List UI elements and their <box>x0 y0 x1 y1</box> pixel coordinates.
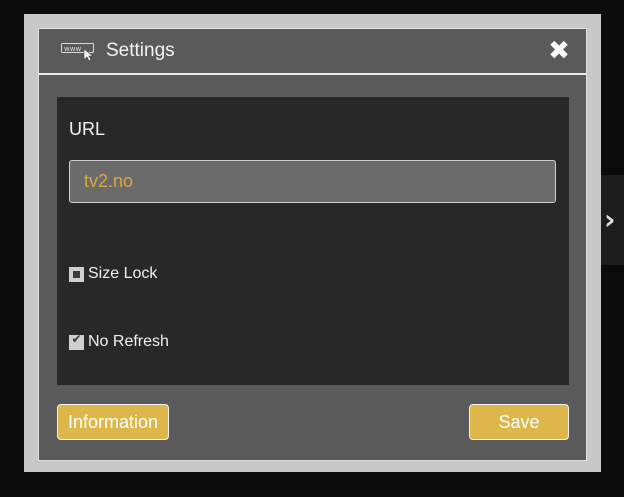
no-refresh-label: No Refresh <box>88 333 169 350</box>
size-lock-option[interactable]: Size Lock <box>69 265 157 283</box>
close-icon[interactable]: ✖ <box>546 38 572 64</box>
size-lock-label: Size Lock <box>88 265 158 282</box>
save-button[interactable]: Save <box>469 404 569 440</box>
settings-dialog: www Settings ✖ URL Size Lock ✔ No Refres… <box>38 28 587 461</box>
settings-panel: URL Size Lock ✔ No Refresh <box>57 97 569 385</box>
svg-text:www: www <box>64 45 81 53</box>
background-arrow-icon: › <box>604 203 616 236</box>
unchecked-mark-icon <box>73 270 80 278</box>
www-cursor-icon: www <box>61 43 97 62</box>
url-input[interactable] <box>69 160 556 203</box>
no-refresh-checkbox[interactable]: ✔ <box>69 331 84 350</box>
checkmark-icon: ✔ <box>71 331 82 346</box>
no-refresh-option[interactable]: ✔ No Refresh <box>69 331 169 351</box>
dialog-titlebar: www Settings ✖ <box>39 29 586 75</box>
url-label: URL <box>69 119 106 139</box>
background-fragment: › <box>600 175 624 265</box>
size-lock-checkbox[interactable] <box>69 266 84 282</box>
information-button[interactable]: Information <box>57 404 169 440</box>
dialog-title: Settings <box>106 40 175 61</box>
